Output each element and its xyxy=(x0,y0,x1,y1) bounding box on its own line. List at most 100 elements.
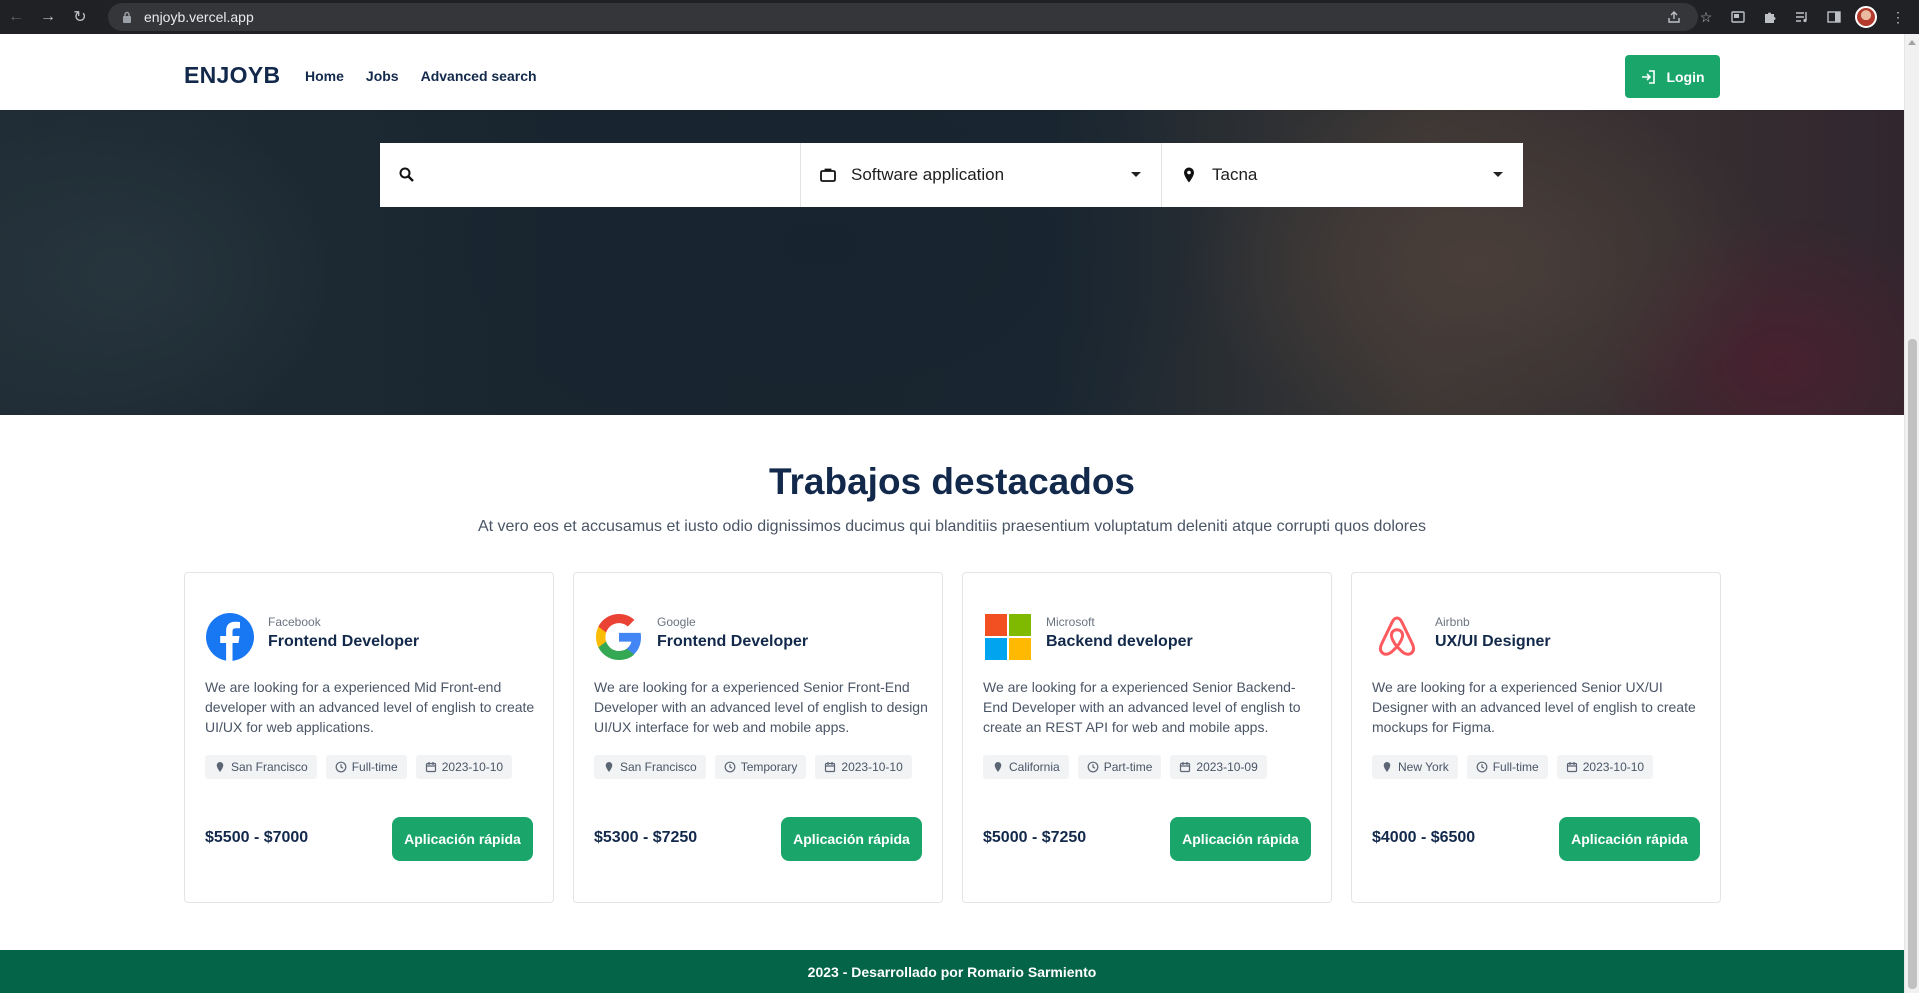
web-page: ENJOYB Home Jobs Advanced search Login S… xyxy=(0,34,1904,993)
location-pin-icon xyxy=(994,762,1002,772)
location-value: Tacna xyxy=(1212,165,1258,184)
calendar-icon xyxy=(425,762,436,773)
back-icon[interactable]: ← xyxy=(0,0,32,34)
location-tag: San Francisco xyxy=(205,755,317,779)
keyword-search-cell[interactable] xyxy=(380,143,801,207)
type-text: Temporary xyxy=(740,760,798,774)
forward-icon[interactable]: → xyxy=(32,0,64,34)
type-text: Full-time xyxy=(1492,760,1539,774)
company-name: Microsoft xyxy=(1046,615,1095,629)
site-footer: 2023 - Desarrollado por Romario Sarmient… xyxy=(0,950,1904,993)
microsoft-logo xyxy=(985,614,1031,660)
salary-range: $5000 - $7250 xyxy=(983,829,1087,846)
sidebar-icon[interactable] xyxy=(1821,4,1847,30)
chevron-down-icon xyxy=(1493,172,1503,177)
location-text: California xyxy=(1009,760,1060,774)
type-text: Full-time xyxy=(351,760,398,774)
search-icon xyxy=(399,167,414,182)
date-tag: 2023-10-10 xyxy=(815,755,912,779)
job-card[interactable]: Microsoft Backend developer We are looki… xyxy=(962,572,1332,903)
location-select[interactable]: Tacna xyxy=(1162,143,1523,207)
company-name: Facebook xyxy=(268,615,321,629)
media-icon[interactable] xyxy=(1789,4,1815,30)
extensions-icon[interactable] xyxy=(1757,4,1783,30)
location-text: New York xyxy=(1398,760,1449,774)
type-text: Part-time xyxy=(1103,760,1153,774)
menu-icon[interactable]: ⋮ xyxy=(1885,4,1911,30)
briefcase-icon xyxy=(820,168,836,182)
date-text: 2023-10-10 xyxy=(441,760,504,774)
location-pin-icon xyxy=(605,762,613,772)
location-text: San Francisco xyxy=(620,760,697,774)
nav-link-home[interactable]: Home xyxy=(305,68,344,84)
job-title[interactable]: Frontend Developer xyxy=(657,633,808,651)
keyword-search-input[interactable] xyxy=(426,166,786,184)
clock-icon xyxy=(724,761,736,773)
calendar-icon xyxy=(1566,762,1577,773)
job-card[interactable]: Facebook Frontend Developer We are looki… xyxy=(184,572,554,903)
tab-icon[interactable] xyxy=(1725,4,1751,30)
login-label: Login xyxy=(1666,68,1705,85)
date-text: 2023-10-09 xyxy=(1196,760,1258,774)
section-title: Trabajos destacados xyxy=(768,461,1136,502)
login-button[interactable]: Login xyxy=(1625,55,1720,98)
profile-avatar[interactable] xyxy=(1853,4,1879,30)
salary-range: $5300 - $7250 xyxy=(594,829,698,846)
location-tag: San Francisco xyxy=(594,755,706,779)
scrollbar-thumb[interactable] xyxy=(1908,339,1917,989)
location-tag: California xyxy=(983,755,1069,779)
type-tag: Temporary xyxy=(714,755,807,779)
footer-text: 2023 - Desarrollado por Romario Sarmient… xyxy=(807,963,1097,980)
clock-icon xyxy=(1087,761,1099,773)
type-tag: Full-time xyxy=(325,755,407,779)
job-tags: California Part-time 2023-10-09 xyxy=(983,755,1267,779)
star-icon[interactable]: ☆ xyxy=(1693,4,1719,30)
browser-toolbar: ← → ↻ enjoyb.vercel.app ☆ ⋮ xyxy=(0,0,1919,34)
calendar-icon xyxy=(1180,762,1191,773)
job-description: We are looking for a experienced Mid Fro… xyxy=(205,679,535,735)
location-pin-icon xyxy=(1383,762,1391,772)
company-name: Google xyxy=(657,615,696,629)
job-tags: San Francisco Temporary 2023-10-10 xyxy=(594,755,912,779)
clock-icon xyxy=(335,761,347,773)
nav-link-advanced-search[interactable]: Advanced search xyxy=(421,68,537,84)
quick-apply-button[interactable]: Aplicación rápida xyxy=(392,817,533,861)
chevron-down-icon xyxy=(1131,172,1141,177)
job-description: We are looking for a experienced Senior … xyxy=(983,679,1301,735)
login-icon xyxy=(1642,69,1656,84)
address-url: enjoyb.vercel.app xyxy=(144,9,254,25)
location-text: San Francisco xyxy=(231,760,308,774)
job-description: We are looking for a experienced Senior … xyxy=(1372,679,1696,735)
calendar-icon xyxy=(825,762,836,773)
quick-apply-button[interactable]: Aplicación rápida xyxy=(781,817,922,861)
date-text: 2023-10-10 xyxy=(841,760,903,774)
reload-icon[interactable]: ↻ xyxy=(64,0,96,34)
scroll-up-icon[interactable] xyxy=(1908,40,1916,45)
share-icon[interactable] xyxy=(1661,4,1687,30)
nav-link-jobs[interactable]: Jobs xyxy=(366,68,399,84)
category-select[interactable]: Software application xyxy=(801,143,1162,207)
job-title[interactable]: Backend developer xyxy=(1046,633,1193,651)
salary-range: $4000 - $6500 xyxy=(1372,829,1476,846)
address-bar[interactable]: enjoyb.vercel.app xyxy=(108,3,1698,31)
lock-icon xyxy=(122,11,132,23)
brand-logo[interactable]: ENJOYB xyxy=(184,62,280,89)
clock-icon xyxy=(1476,761,1488,773)
date-tag: 2023-10-10 xyxy=(1556,755,1654,779)
company-name: Airbnb xyxy=(1435,615,1470,629)
job-title[interactable]: UX/UI Designer xyxy=(1435,633,1551,651)
job-cards: Facebook Frontend Developer We are looki… xyxy=(184,572,1721,903)
facebook-logo xyxy=(206,613,254,661)
quick-apply-button[interactable]: Aplicación rápida xyxy=(1559,817,1700,861)
job-description: We are looking for a experienced Senior … xyxy=(594,679,928,735)
job-tags: San Francisco Full-time 2023-10-10 xyxy=(205,755,513,779)
job-search-bar: Software application Tacna xyxy=(380,143,1523,207)
job-card[interactable]: Airbnb UX/UI Designer We are looking for… xyxy=(1351,572,1721,903)
quick-apply-button[interactable]: Aplicación rápida xyxy=(1170,817,1311,861)
job-card[interactable]: Google Frontend Developer We are looking… xyxy=(573,572,943,903)
page-scrollbar[interactable] xyxy=(1904,34,1919,993)
google-logo xyxy=(596,614,641,660)
category-value: Software application xyxy=(851,165,1005,184)
location-pin-icon xyxy=(216,762,224,772)
job-title[interactable]: Frontend Developer xyxy=(268,633,419,651)
